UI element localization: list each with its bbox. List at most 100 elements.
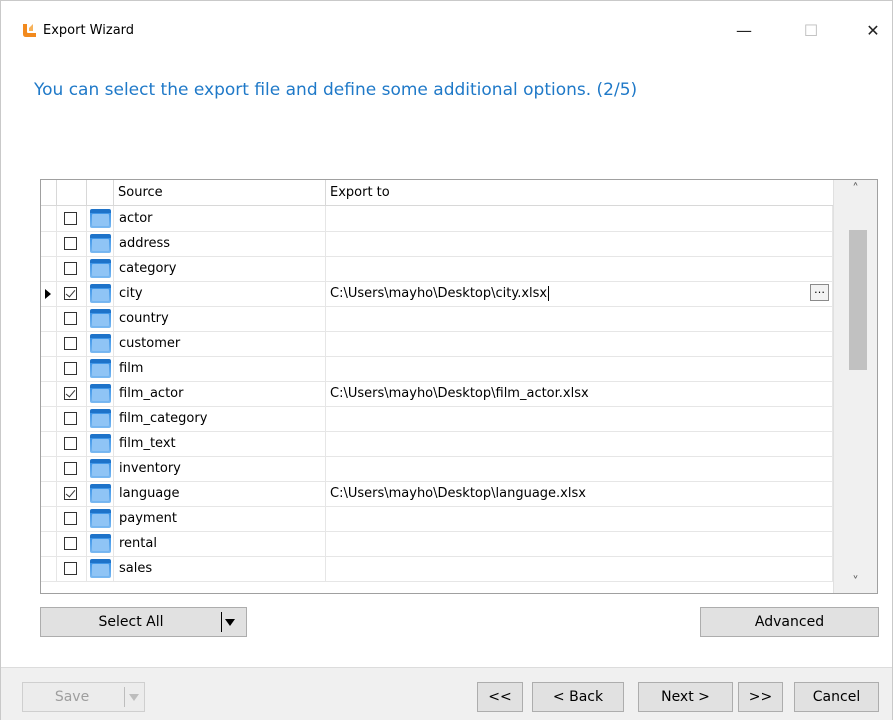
export-to-cell[interactable] xyxy=(326,231,833,256)
cancel-button[interactable]: Cancel xyxy=(794,682,879,712)
table-row[interactable]: film xyxy=(41,356,833,382)
table-row[interactable]: rental xyxy=(41,531,833,557)
split-separator xyxy=(221,612,222,632)
scroll-thumb[interactable] xyxy=(849,230,867,370)
header-indicator-cell xyxy=(41,180,57,205)
row-checkbox[interactable] xyxy=(64,387,77,400)
table-icon-cell xyxy=(87,406,114,431)
export-path-text: C:\Users\mayho\Desktop\language.xlsx xyxy=(330,486,586,501)
export-to-cell[interactable] xyxy=(326,256,833,281)
export-to-cell[interactable]: C:\Users\mayho\Desktop\language.xlsx xyxy=(326,481,833,506)
scroll-down-arrow-icon[interactable]: ˅ xyxy=(834,573,877,593)
export-table-grid: Source Export to actor address category cit… xyxy=(40,179,878,594)
row-checkbox[interactable] xyxy=(64,237,77,250)
scroll-up-arrow-icon[interactable]: ˄ xyxy=(834,180,877,200)
table-row[interactable]: category xyxy=(41,256,833,282)
export-to-cell[interactable]: C:\Users\mayho\Desktop\film_actor.xlsx xyxy=(326,381,833,406)
select-all-split-button[interactable]: Select All xyxy=(40,607,247,637)
export-to-cell[interactable] xyxy=(326,306,833,331)
export-wizard-window: Export Wizard — ☐ ✕ You can select the e… xyxy=(0,0,893,720)
table-row[interactable]: city C:\Users\mayho\Desktop\city.xlsx… xyxy=(41,281,833,307)
vertical-scrollbar[interactable]: ˄ ˅ xyxy=(833,180,877,593)
table-icon-cell xyxy=(87,531,114,556)
database-table-icon xyxy=(90,309,111,328)
row-checkbox-cell xyxy=(57,356,87,381)
export-to-cell[interactable] xyxy=(326,556,833,581)
row-checkbox-cell xyxy=(57,206,87,231)
row-indicator-cell xyxy=(41,456,57,481)
database-table-icon xyxy=(90,259,111,278)
database-table-icon xyxy=(90,334,111,353)
row-indicator-cell xyxy=(41,306,57,331)
header-icon-cell xyxy=(87,180,114,205)
table-row[interactable]: film_actor C:\Users\mayho\Desktop\film_ac… xyxy=(41,381,833,407)
table-row[interactable]: actor xyxy=(41,206,833,232)
export-to-cell[interactable] xyxy=(326,356,833,381)
back-button[interactable]: < Back xyxy=(532,682,624,712)
database-table-icon xyxy=(90,459,111,478)
row-indicator-cell xyxy=(41,281,57,306)
browse-file-button[interactable]: … xyxy=(810,284,829,301)
export-to-cell[interactable] xyxy=(326,456,833,481)
table-icon-cell xyxy=(87,356,114,381)
row-checkbox[interactable] xyxy=(64,262,77,275)
export-to-cell[interactable] xyxy=(326,431,833,456)
export-to-cell[interactable] xyxy=(326,206,833,231)
row-checkbox[interactable] xyxy=(64,512,77,525)
first-step-button[interactable]: << xyxy=(477,682,523,712)
row-checkbox[interactable] xyxy=(64,562,77,575)
table-icon-cell xyxy=(87,306,114,331)
export-to-cell[interactable] xyxy=(326,506,833,531)
row-checkbox[interactable] xyxy=(64,487,77,500)
header-check-cell xyxy=(57,180,87,205)
table-row[interactable]: sales xyxy=(41,556,833,582)
export-to-cell[interactable]: C:\Users\mayho\Desktop\city.xlsx… xyxy=(326,281,833,306)
title-bar: Export Wizard — ☐ ✕ xyxy=(1,1,892,40)
row-checkbox[interactable] xyxy=(64,362,77,375)
column-header-export-to[interactable]: Export to xyxy=(326,180,833,205)
row-checkbox[interactable] xyxy=(64,412,77,425)
table-row[interactable]: customer xyxy=(41,331,833,357)
export-to-cell[interactable] xyxy=(326,531,833,556)
row-checkbox[interactable] xyxy=(64,212,77,225)
source-cell: category xyxy=(114,256,326,281)
table-row[interactable]: film_text xyxy=(41,431,833,457)
database-table-icon xyxy=(90,284,111,303)
export-path-text: C:\Users\mayho\Desktop\film_actor.xlsx xyxy=(330,386,589,401)
table-row[interactable]: payment xyxy=(41,506,833,532)
row-checkbox-cell xyxy=(57,256,87,281)
advanced-button[interactable]: Advanced xyxy=(700,607,879,637)
select-all-button[interactable]: Select All xyxy=(41,608,221,636)
database-table-icon xyxy=(90,384,111,403)
close-button[interactable]: ✕ xyxy=(850,17,893,45)
table-icon-cell xyxy=(87,481,114,506)
row-checkbox[interactable] xyxy=(64,462,77,475)
table-icon-cell xyxy=(87,206,114,231)
row-checkbox[interactable] xyxy=(64,537,77,550)
table-row[interactable]: inventory xyxy=(41,456,833,482)
row-indicator-cell xyxy=(41,231,57,256)
row-indicator-cell xyxy=(41,556,57,581)
source-cell: language xyxy=(114,481,326,506)
row-checkbox[interactable] xyxy=(64,437,77,450)
source-cell: film_category xyxy=(114,406,326,431)
table-row[interactable]: country xyxy=(41,306,833,332)
database-table-icon xyxy=(90,234,111,253)
minimize-button[interactable]: — xyxy=(721,17,767,45)
next-button[interactable]: Next > xyxy=(638,682,733,712)
table-row[interactable]: address xyxy=(41,231,833,257)
column-header-source[interactable]: Source xyxy=(114,180,326,205)
table-row[interactable]: film_category xyxy=(41,406,833,432)
dropdown-arrow-icon[interactable] xyxy=(225,619,235,626)
row-indicator-cell xyxy=(41,206,57,231)
row-checkbox[interactable] xyxy=(64,337,77,350)
database-table-icon xyxy=(90,559,111,578)
export-to-cell[interactable] xyxy=(326,406,833,431)
row-checkbox[interactable] xyxy=(64,312,77,325)
row-checkbox[interactable] xyxy=(64,287,77,300)
table-row[interactable]: language C:\Users\mayho\Desktop\language.… xyxy=(41,481,833,507)
export-to-cell[interactable] xyxy=(326,331,833,356)
table-icon-cell xyxy=(87,431,114,456)
row-indicator-cell xyxy=(41,356,57,381)
last-step-button[interactable]: >> xyxy=(738,682,783,712)
